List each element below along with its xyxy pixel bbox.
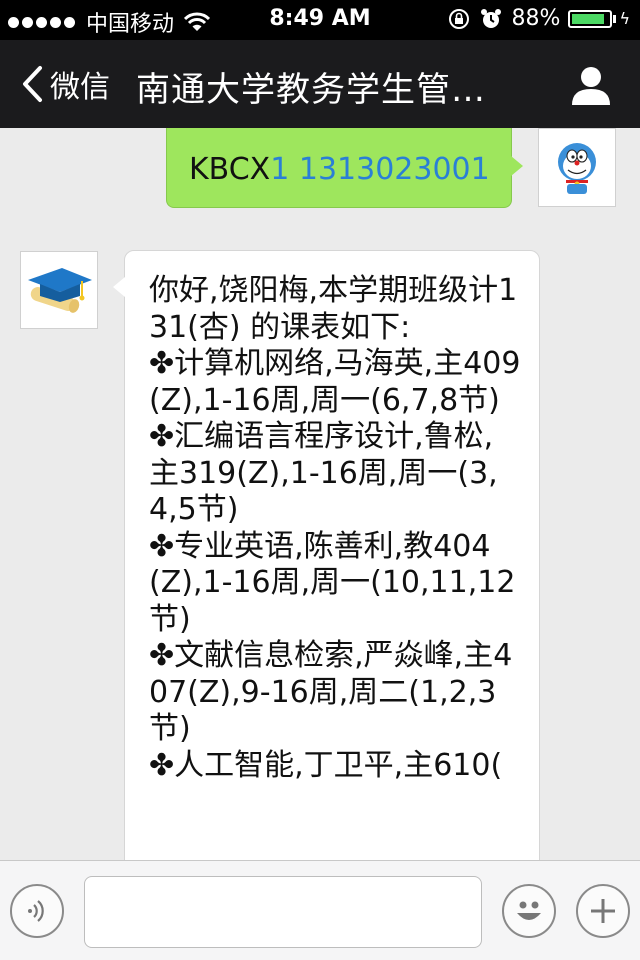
battery-percent: 88% xyxy=(511,6,561,31)
alarm-icon xyxy=(480,8,501,28)
my-avatar[interactable] xyxy=(538,128,616,207)
outgoing-message-text: KBCX1 1313023001 xyxy=(189,152,490,187)
phone-number-link[interactable]: 1 1313023001 xyxy=(270,152,490,187)
emoji-button[interactable] xyxy=(502,884,556,938)
command-text: KBCX xyxy=(189,152,271,187)
charging-icon: ϟ xyxy=(619,9,630,28)
status-bar: 中国移动 8:49 AM 88% ϟ xyxy=(0,0,640,40)
outgoing-message-bubble[interactable]: KBCX1 1313023001 xyxy=(166,128,523,208)
input-bar xyxy=(0,860,640,960)
more-button[interactable] xyxy=(576,884,630,938)
incoming-message-text: 你好,饶阳梅,本学期班级计131(杏) 的课表如下: ✤计算机网络,马海英,主4… xyxy=(149,273,521,783)
message-input[interactable] xyxy=(84,876,482,948)
voice-button[interactable] xyxy=(10,884,64,938)
doraemon-avatar xyxy=(558,142,596,194)
back-button[interactable]: 微信 xyxy=(20,62,110,106)
rotation-lock-icon xyxy=(448,8,469,29)
back-label: 微信 xyxy=(50,70,110,105)
profile-icon[interactable] xyxy=(570,64,612,106)
emoji-icon xyxy=(517,901,541,920)
plus-icon xyxy=(591,899,615,923)
nav-bar: 微信 南通大学教务学生管… xyxy=(0,40,640,128)
back-chevron-icon xyxy=(23,66,42,102)
voice-icon xyxy=(28,900,44,922)
chat-title: 南通大学教务学生管… xyxy=(136,70,486,110)
graduation-cap-avatar xyxy=(28,268,92,313)
incoming-message-bubble[interactable]: 你好,饶阳梅,本学期班级计131(杏) 的课表如下: ✤计算机网络,马海英,主4… xyxy=(113,250,540,860)
battery-icon xyxy=(568,9,613,28)
sender-avatar[interactable] xyxy=(20,251,98,329)
chat-area[interactable]: KBCX1 1313023001 你好,饶阳梅,本学期班级计131(杏) 的课表… xyxy=(0,128,640,860)
